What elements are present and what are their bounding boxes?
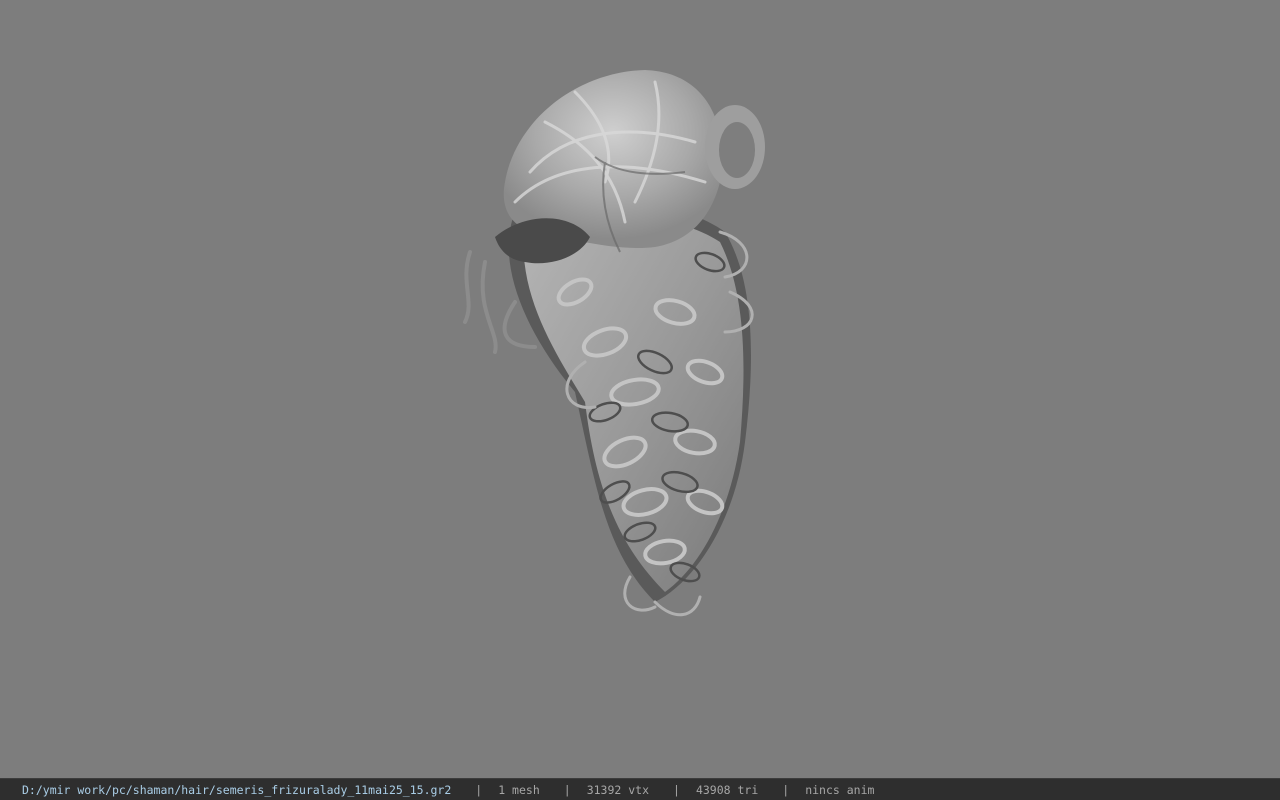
file-path: D:/ymir work/pc/shaman/hair/semeris_friz… — [22, 782, 452, 797]
separator: | — [563, 782, 571, 797]
mesh-count: 1 mesh — [498, 782, 540, 797]
model-viewer-window: D:/ymir work/pc/shaman/hair/semeris_friz… — [0, 0, 1280, 800]
separator: | — [673, 782, 680, 797]
status-bar: D:/ymir work/pc/shaman/hair/semeris_friz… — [0, 778, 1280, 800]
vertex-count: 31392 vtx — [586, 782, 649, 797]
separator: | — [475, 782, 483, 797]
3d-viewport[interactable] — [0, 0, 1280, 778]
triangle-count: 43908 tri — [695, 782, 759, 797]
hair-model-render — [463, 70, 765, 617]
separator: | — [782, 782, 790, 797]
animation-status: nincs anim — [805, 782, 875, 797]
